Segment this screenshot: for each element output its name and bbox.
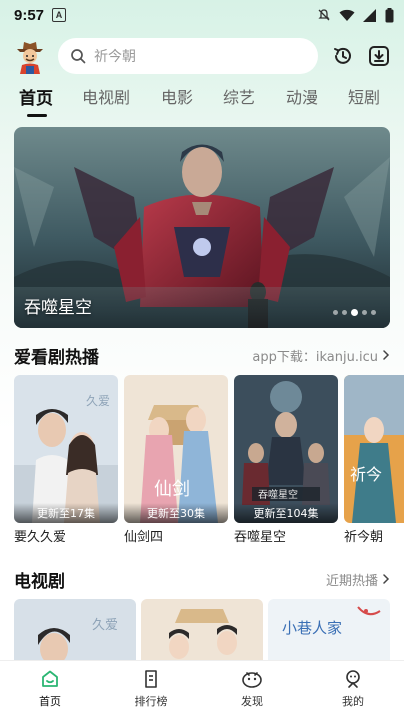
poster-title[interactable]: 吞噬星空: [234, 526, 286, 545]
poster-card[interactable]: 久爱: [14, 599, 136, 661]
nav-ranking-label: 排行榜: [134, 695, 168, 708]
poster-image: 久爱: [14, 599, 136, 661]
poster-image: 仙剑: [124, 375, 228, 523]
poster-title[interactable]: 要久久爱: [14, 526, 66, 545]
banner-title: 吞噬星空: [24, 298, 92, 318]
tab-variety[interactable]: 综艺: [223, 84, 255, 108]
poster-image: 吞噬星空: [234, 375, 338, 523]
poster-image: 祈今: [344, 375, 404, 523]
tab-short-drama[interactable]: 短剧: [348, 84, 380, 108]
poster-card[interactable]: 祈今: [344, 375, 404, 523]
nav-discover[interactable]: 发现: [222, 669, 282, 709]
download-icon[interactable]: [368, 45, 390, 67]
poster-title[interactable]: 祈今朝: [344, 526, 383, 545]
search-row: 祈今朝: [0, 36, 404, 76]
wifi-icon: [339, 9, 355, 21]
tab-home[interactable]: 首页: [19, 84, 53, 109]
history-icon[interactable]: [332, 45, 354, 67]
tab-movie[interactable]: 电影: [161, 84, 193, 108]
ranking-icon: [145, 670, 157, 688]
episode-badge: 更新至30集: [124, 503, 228, 523]
poster-image: 小巷人家: [268, 599, 390, 661]
profile-icon: [346, 670, 360, 688]
carousel-dot[interactable]: [333, 310, 338, 315]
poster-image: [141, 599, 263, 661]
tab-active-indicator: [27, 114, 47, 117]
hot-section-title: 爱看剧热播: [14, 347, 99, 368]
notification-icon: A: [52, 8, 67, 22]
signal-icon: [363, 8, 376, 22]
poster-card[interactable]: 小巷人家: [268, 599, 390, 661]
carousel-dot[interactable]: [342, 310, 347, 315]
status-time: 9:57: [14, 6, 45, 24]
nav-profile[interactable]: 我的: [323, 669, 383, 709]
status-bar: 9:57 A: [0, 0, 404, 30]
tv-section-link[interactable]: 近期热播: [326, 570, 390, 589]
poster-card[interactable]: 久爱 更新至17集: [14, 375, 118, 523]
tv-section-link-text: 近期热播: [325, 573, 378, 589]
nav-home[interactable]: 首页: [20, 669, 80, 709]
search-icon: [71, 49, 86, 64]
chevron-right-icon: [383, 350, 390, 360]
episode-badge: 更新至104集: [234, 503, 338, 523]
hot-section-link[interactable]: app下载：ikanju.icu: [252, 346, 390, 365]
discover-icon: [242, 672, 262, 688]
tv-poster-row: 久爱 小巷人家: [0, 599, 404, 661]
home-icon: [42, 670, 58, 687]
hero-banner[interactable]: 吞噬星空: [14, 127, 390, 328]
tab-anime[interactable]: 动漫: [286, 84, 318, 108]
bottom-navigation: 首页 排行榜 发现 我的: [0, 660, 404, 720]
mute-icon: [318, 9, 330, 21]
poster-image: 久爱: [14, 375, 118, 523]
nav-ranking[interactable]: 排行榜: [121, 669, 181, 709]
hot-poster-row: 久爱 更新至17集 要久久爱 仙剑 更新至30集 仙剑四 吞噬星空 更新至104…: [0, 375, 404, 545]
svg-text:祈今: 祈今: [350, 465, 382, 484]
chevron-right-icon: [383, 574, 390, 584]
hot-section-link-text: app下载：ikanju.icu: [252, 349, 378, 365]
carousel-dot[interactable]: [362, 310, 367, 315]
tv-section-title: 电视剧: [14, 571, 65, 592]
episode-badge: 更新至17集: [14, 503, 118, 523]
svg-text:久爱: 久爱: [86, 394, 110, 408]
svg-text:久爱: 久爱: [92, 618, 118, 633]
carousel-dot-active[interactable]: [351, 309, 358, 316]
tab-tv[interactable]: 电视剧: [82, 84, 130, 108]
battery-icon: [385, 7, 394, 22]
category-tabs: 首页 电视剧 电影 综艺 动漫 短剧: [0, 84, 404, 118]
poster-card[interactable]: [141, 599, 263, 661]
avatar[interactable]: [14, 40, 46, 74]
carousel-dot[interactable]: [371, 310, 376, 315]
nav-profile-label: 我的: [342, 695, 364, 708]
hot-section-header: 爱看剧热播 app下载：ikanju.icu: [14, 343, 390, 368]
poster-card[interactable]: 吞噬星空 更新至104集: [234, 375, 338, 523]
poster-title[interactable]: 仙剑四: [124, 526, 163, 545]
nav-discover-label: 发现: [241, 695, 263, 708]
search-placeholder: 祈今朝: [94, 49, 136, 65]
nav-home-label: 首页: [39, 695, 61, 708]
svg-text:吞噬星空: 吞噬星空: [258, 488, 298, 501]
svg-text:仙剑: 仙剑: [154, 479, 190, 500]
svg-text:小巷人家: 小巷人家: [282, 619, 342, 637]
carousel-indicator: [333, 309, 376, 316]
tv-section-header: 电视剧 近期热播: [14, 567, 390, 592]
poster-card[interactable]: 仙剑 更新至30集: [124, 375, 228, 523]
status-indicators: [317, 7, 394, 23]
search-input[interactable]: 祈今朝: [58, 38, 318, 74]
